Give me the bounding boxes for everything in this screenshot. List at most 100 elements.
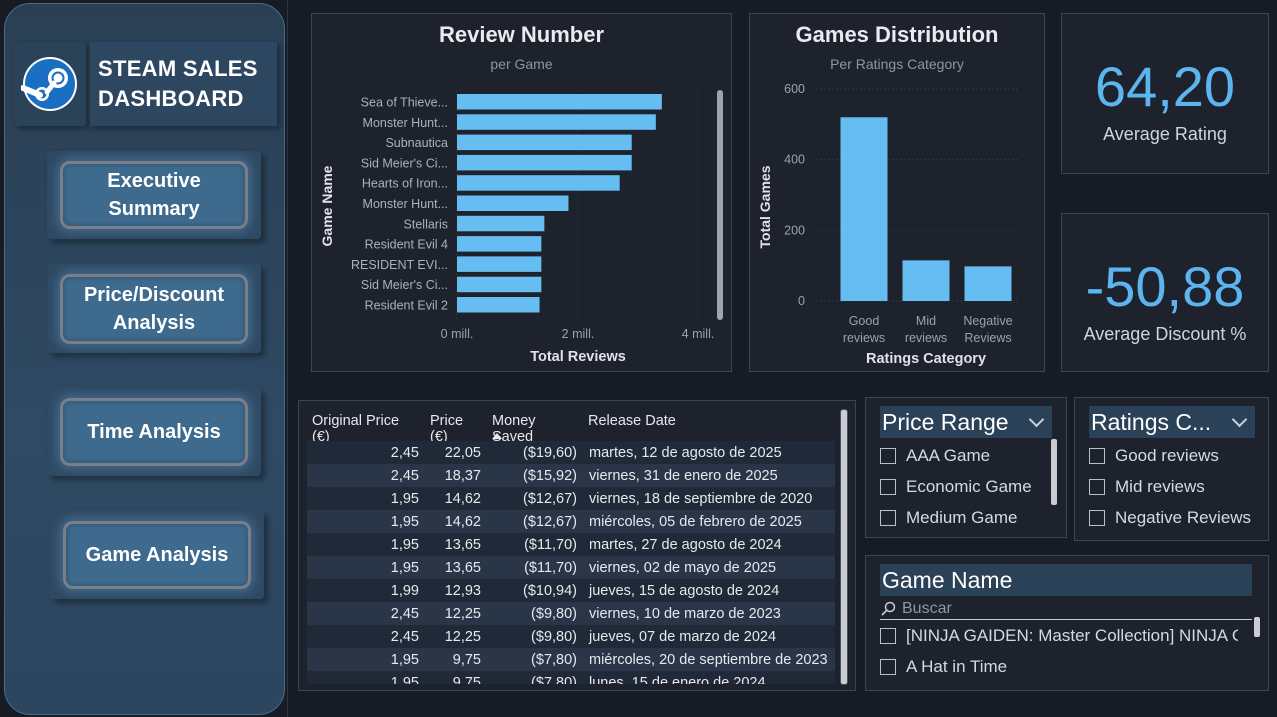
- table-cell: 2,45: [390, 467, 419, 484]
- review-bar[interactable]: [457, 236, 542, 252]
- option-label: A Hat in Time: [906, 657, 1008, 676]
- dist-y-tick: 400: [784, 153, 805, 167]
- table-cell: 14,62: [444, 490, 481, 507]
- column-header-original-price[interactable]: Original Price (€): [307, 409, 425, 445]
- review-bar[interactable]: [457, 215, 545, 232]
- time-analysis-button[interactable]: Time Analysis: [60, 398, 248, 466]
- table-cell: ($10,94): [522, 582, 577, 599]
- table-row[interactable]: 1,95 14,62 ($12,67) miércoles, 05 de febrer…: [307, 510, 835, 533]
- table-cell: martes, 27 de agosto de 2024: [589, 536, 782, 553]
- price-range-option[interactable]: AAA Game: [880, 446, 990, 466]
- column-header-release-date[interactable]: Release Date: [583, 409, 835, 441]
- review-bar[interactable]: [457, 134, 632, 151]
- dashboard-page: STEAM SALES DASHBOARD Executive Summary …: [0, 0, 1277, 717]
- table-cell: 13,65: [444, 536, 481, 553]
- dist-bar[interactable]: [902, 260, 950, 301]
- review-bar[interactable]: [457, 256, 542, 272]
- review-bar[interactable]: [457, 114, 656, 130]
- game-name-option[interactable]: A Hat in Time: [880, 657, 1007, 677]
- table-row[interactable]: 1,95 13,65 ($11,70) martes, 27 de agosto de…: [307, 533, 835, 556]
- table-cell: 1,95: [390, 651, 419, 668]
- price-range-option[interactable]: Medium Game: [880, 508, 1017, 528]
- review-bar[interactable]: [457, 154, 632, 171]
- dist-category-label: reviews: [843, 331, 885, 345]
- dist-category-label: Negative: [963, 314, 1012, 328]
- review-bar[interactable]: [457, 297, 540, 313]
- dist-bar[interactable]: [964, 266, 1012, 301]
- ratings-option[interactable]: Negative Reviews: [1089, 508, 1251, 528]
- ratings-category-slicer: Ratings C... Good reviews Mid reviews Ne…: [1074, 397, 1269, 541]
- checkbox[interactable]: [1089, 479, 1105, 495]
- review-number-card: Review Number per Game Game Name Total R…: [311, 13, 732, 372]
- table-row[interactable]: 1,95 9,75 ($7,80) lunes, 15 de enero de 202…: [307, 671, 835, 684]
- checkbox[interactable]: [880, 510, 896, 526]
- game-name-option[interactable]: [NINJA GAIDEN: Master Collection] NINJA …: [880, 626, 1238, 646]
- table-cell: ($11,70): [524, 536, 577, 553]
- table-cell: jueves, 15 de agosto de 2024: [589, 582, 780, 599]
- checkbox[interactable]: [880, 659, 896, 675]
- sidebar-divider: [287, 0, 288, 717]
- table-cell: miércoles, 20 de septiembre de 2023: [589, 651, 828, 668]
- table-row[interactable]: 1,95 9,75 ($7,80) miércoles, 20 de septiemb…: [307, 648, 835, 671]
- table-cell: 2,45: [390, 605, 419, 622]
- game-search-input[interactable]: Buscar: [880, 598, 1252, 620]
- review-category-label: Stellaris: [404, 217, 448, 231]
- games-distribution-card: Games Distribution Per Ratings Category …: [749, 13, 1045, 372]
- checkbox[interactable]: [880, 448, 896, 464]
- option-label: AAA Game: [906, 446, 991, 465]
- table-cell: lunes, 15 de enero de 2024: [589, 674, 766, 685]
- dist-y-axis-label: Total Games: [757, 165, 773, 248]
- review-bar[interactable]: [457, 195, 569, 212]
- review-category-label: Resident Evil 2: [365, 299, 448, 313]
- ratings-option[interactable]: Good reviews: [1089, 446, 1219, 466]
- table-cell: 12,25: [444, 605, 481, 622]
- ratings-category-header[interactable]: Ratings C...: [1089, 406, 1255, 438]
- dist-y-tick: 600: [784, 82, 805, 96]
- chevron-down-icon[interactable]: [1231, 411, 1248, 428]
- average-discount-value: -50,88: [1085, 255, 1245, 318]
- column-header-money-saved[interactable]: Money Saved: [487, 409, 583, 445]
- checkbox[interactable]: [1089, 510, 1105, 526]
- review-bar[interactable]: [457, 175, 620, 191]
- review-bar[interactable]: [457, 94, 662, 110]
- price-discount-analysis-button[interactable]: Price/Discount Analysis: [60, 273, 248, 344]
- table-header: Original Price (€) Price (€) Money Saved…: [307, 409, 835, 445]
- price-range-header[interactable]: Price Range: [880, 406, 1052, 438]
- checkbox[interactable]: [1089, 448, 1105, 464]
- table-scrollbar-thumb[interactable]: [841, 410, 847, 684]
- review-category-label: RESIDENT EVI...: [351, 258, 448, 272]
- review-x-tick: 2 mill.: [562, 327, 595, 341]
- ratings-option[interactable]: Mid reviews: [1089, 477, 1205, 497]
- game-name-scrollbar[interactable]: [1254, 617, 1260, 637]
- review-scrollbar-thumb[interactable]: [717, 90, 723, 320]
- table-row[interactable]: 1,99 12,93 ($10,94) jueves, 15 de agosto de…: [307, 579, 835, 602]
- executive-summary-button[interactable]: Executive Summary: [60, 161, 248, 229]
- nav-label: Summary: [108, 198, 200, 220]
- game-analysis-button[interactable]: Game Analysis: [63, 521, 251, 589]
- checkbox[interactable]: [880, 628, 896, 644]
- review-bar[interactable]: [457, 276, 542, 293]
- dist-bar[interactable]: [840, 117, 888, 302]
- table-cell: ($12,67): [522, 513, 577, 530]
- option-label: Good reviews: [1115, 446, 1219, 465]
- table-cell: 9,75: [452, 674, 481, 685]
- table-cell: 1,95: [390, 674, 419, 685]
- price-range-option[interactable]: Economic Game: [880, 477, 1032, 497]
- table-row[interactable]: 1,95 14,62 ($12,67) viernes, 18 de septiemb…: [307, 487, 835, 510]
- table-row[interactable]: 2,45 12,25 ($9,80) jueves, 07 de marzo de 2…: [307, 625, 835, 648]
- price-range-scrollbar[interactable]: [1051, 439, 1057, 505]
- dist-y-tick: 0: [798, 294, 805, 308]
- chevron-down-icon[interactable]: [1028, 411, 1045, 428]
- dist-category-label: Mid: [916, 314, 936, 328]
- nav-label: Analysis: [112, 311, 196, 334]
- table-row[interactable]: 2,45 12,25 ($9,80) viernes, 10 de marzo de …: [307, 602, 835, 625]
- table-row[interactable]: 2,45 22,05 ($19,60) martes, 12 de agosto de…: [307, 441, 835, 464]
- table-cell: viernes, 18 de septiembre de 2020: [589, 490, 813, 507]
- average-discount-label: Average Discount %: [1083, 324, 1247, 344]
- table-row[interactable]: 2,45 18,37 ($15,92) viernes, 31 de enero de…: [307, 464, 835, 487]
- checkbox[interactable]: [880, 479, 896, 495]
- title-line-2: DASHBOARD: [98, 86, 244, 111]
- review-x-tick: 0 mill.: [441, 327, 474, 341]
- column-header-price[interactable]: Price (€): [425, 409, 487, 445]
- table-row[interactable]: 1,95 13,65 ($11,70) viernes, 02 de mayo de …: [307, 556, 835, 579]
